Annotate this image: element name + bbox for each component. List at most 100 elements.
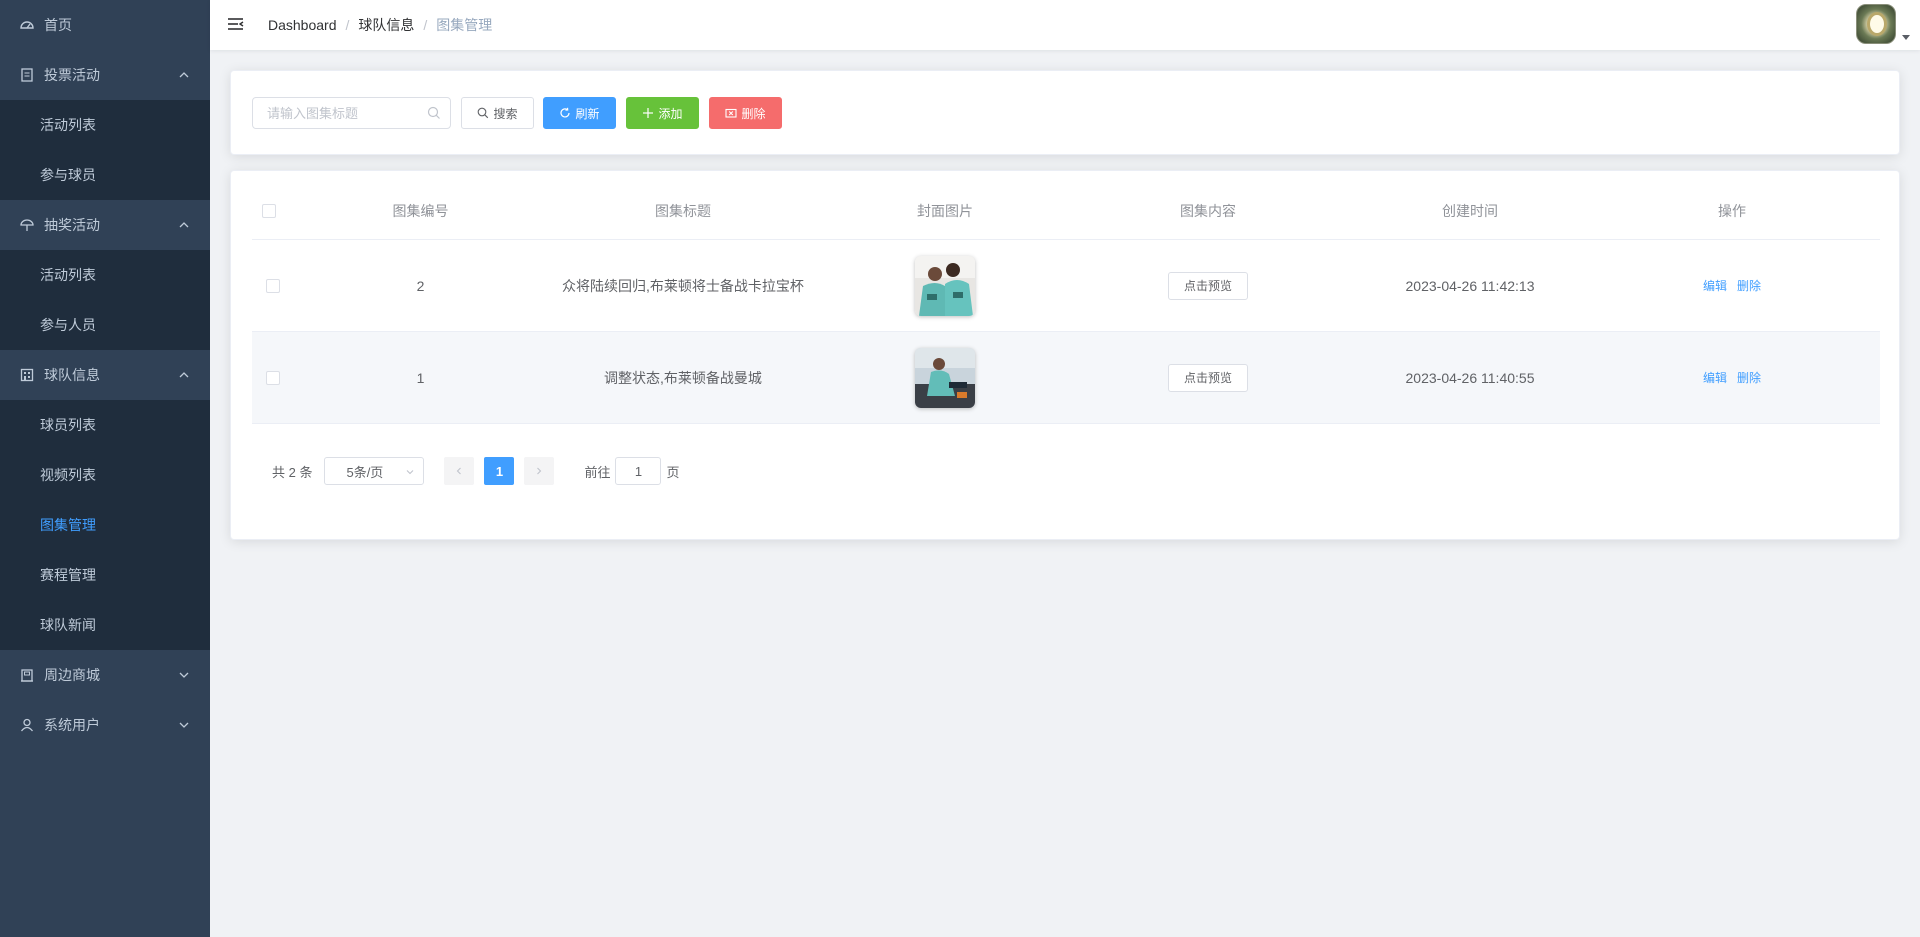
row-id: 1 [416, 369, 425, 386]
breadcrumb-separator: / [345, 17, 350, 33]
header-title: 图集标题 [655, 203, 711, 219]
user-avatar-dropdown[interactable] [1856, 4, 1910, 44]
table-card: 图集编号 图集标题 封面图片 图集内容 创建时间 操作 2 众将陆续回归,布莱顿… [230, 170, 1900, 540]
menu-team[interactable]: 球队信息 [0, 350, 210, 400]
table-row: 2 众将陆续回归,布莱顿将士备战卡拉宝杯 点击预览 2023-04-26 11:… [252, 240, 1880, 332]
hamburger-icon[interactable] [226, 15, 246, 35]
header-id: 图集编号 [392, 203, 449, 219]
sidebar-item-lottery-activities[interactable]: 活动列表 [0, 250, 210, 300]
chevron-right-icon [537, 467, 542, 475]
row-content-cell: 点击预览 [1077, 271, 1339, 300]
goto-prefix: 前往 [584, 464, 611, 480]
goto-page-input[interactable] [615, 457, 662, 485]
sidebar-item-gallery[interactable]: 图集管理 [0, 500, 210, 550]
menu-home-label: 首页 [44, 17, 72, 33]
search-icon [427, 106, 440, 119]
menu-shop[interactable]: 周边商城 [0, 650, 210, 700]
chevron-down-icon [407, 470, 414, 475]
row-checkbox-cell [252, 278, 288, 293]
navbar: Dashboard / 球队信息 / 图集管理 [210, 0, 1920, 50]
sidebar-item-schedule[interactable]: 赛程管理 [0, 550, 210, 600]
avatar[interactable] [1856, 4, 1896, 44]
search-input[interactable] [252, 97, 451, 129]
chevron-up-icon [179, 372, 189, 378]
page-size-select[interactable]: 5条/页 [324, 457, 425, 485]
cover-thumbnail[interactable] [915, 347, 975, 408]
breadcrumb-dashboard[interactable]: Dashboard [268, 17, 337, 33]
row-checkbox-cell [252, 370, 288, 385]
chevron-up-icon [179, 72, 189, 78]
sidebar-item-news[interactable]: 球队新闻 [0, 600, 210, 650]
row-title: 调整状态,布莱顿备战曼城 [604, 369, 762, 386]
menu-shop-label: 周边商城 [44, 667, 100, 683]
search-button-label: 搜索 [493, 106, 518, 121]
row-content-cell: 点击预览 [1077, 363, 1339, 392]
menu-home[interactable]: 首页 [0, 0, 210, 50]
sidebar: 首页 投票活动 活动列表 参与球员 抽奖活动 活动列表 参与人员 球队信息 球员… [0, 0, 210, 937]
edit-link[interactable]: 编辑 [1703, 369, 1727, 386]
batch-delete-button-label: 删除 [741, 106, 766, 121]
breadcrumb-team-info: 球队信息 [358, 17, 415, 33]
sidebar-item-lottery-participants[interactable]: 参与人员 [0, 300, 210, 350]
add-button[interactable]: 添加 [626, 97, 699, 129]
next-page-button[interactable] [524, 457, 555, 485]
menu-users[interactable]: 系统用户 [0, 700, 210, 750]
row-title: 众将陆续回归,布莱顿将士备战卡拉宝杯 [562, 277, 804, 294]
plus-icon [642, 107, 654, 119]
submenu-lottery: 活动列表 参与人员 [0, 250, 210, 350]
edit-link[interactable]: 编辑 [1703, 277, 1727, 294]
sidebar-item-videos[interactable]: 视频列表 [0, 450, 210, 500]
cover-thumbnail[interactable] [915, 255, 975, 316]
office-building-icon [20, 368, 34, 382]
row-checkbox[interactable] [266, 370, 280, 385]
breadcrumb: Dashboard / 球队信息 / 图集管理 [268, 0, 492, 50]
row-checkbox[interactable] [266, 278, 280, 293]
chevron-left-icon [457, 467, 462, 475]
preview-button[interactable]: 点击预览 [1168, 271, 1248, 300]
chevron-down-icon [179, 672, 189, 678]
batch-delete-button[interactable]: 删除 [709, 97, 782, 129]
menu-team-label: 球队信息 [44, 367, 100, 383]
sidebar-item-vote-players[interactable]: 参与球员 [0, 150, 210, 200]
delete-link[interactable]: 删除 [1737, 277, 1761, 294]
toolbar-card: 搜索 刷新 添加 删除 [230, 70, 1900, 155]
sidebar-item-vote-activities[interactable]: 活动列表 [0, 100, 210, 150]
pagination-goto: 前往 页 [584, 457, 680, 485]
search-button[interactable]: 搜索 [461, 97, 534, 129]
header-created: 创建时间 [1442, 203, 1498, 219]
header-checkbox-cell [252, 204, 288, 218]
page-number-active[interactable]: 1 [484, 457, 515, 485]
refresh-button[interactable]: 刷新 [543, 97, 616, 129]
breadcrumb-gallery: 图集管理 [436, 17, 493, 33]
add-button-label: 添加 [658, 106, 683, 121]
pagination: 共 2 条 5条/页 1 前往 页 [252, 457, 680, 485]
menu-vote[interactable]: 投票活动 [0, 50, 210, 100]
school-icon [20, 668, 34, 682]
refresh-button-label: 刷新 [575, 106, 600, 121]
prev-page-button[interactable] [444, 457, 475, 485]
breadcrumb-separator: / [423, 17, 428, 33]
row-cover-cell [813, 255, 1077, 316]
select-all-checkbox[interactable] [262, 204, 276, 218]
delete-link[interactable]: 删除 [1737, 369, 1761, 386]
submenu-vote: 活动列表 参与球员 [0, 100, 210, 200]
row-id: 2 [416, 277, 425, 294]
preview-button[interactable]: 点击预览 [1168, 363, 1248, 392]
header-operations: 操作 [1718, 203, 1746, 219]
delete-icon [725, 107, 738, 119]
row-cover-cell [813, 347, 1077, 408]
table-row: 1 调整状态,布莱顿备战曼城 点击预览 2023-04-26 11:40:55 … [252, 332, 1880, 424]
gallery-table: 图集编号 图集标题 封面图片 图集内容 创建时间 操作 2 众将陆续回归,布莱顿… [252, 171, 1880, 424]
table-header: 图集编号 图集标题 封面图片 图集内容 创建时间 操作 [252, 171, 1880, 240]
search-icon [477, 107, 489, 119]
header-content: 图集内容 [1180, 203, 1236, 219]
goto-suffix: 页 [666, 464, 680, 480]
page-size-value: 5条/页 [346, 464, 384, 480]
sidebar-item-players[interactable]: 球员列表 [0, 400, 210, 450]
menu-lottery[interactable]: 抽奖活动 [0, 200, 210, 250]
menu-vote-label: 投票活动 [44, 67, 100, 83]
row-operations: 编辑 删除 [1601, 369, 1863, 386]
chevron-down-icon [179, 722, 189, 728]
dashboard-icon [20, 18, 34, 32]
submenu-team: 球员列表 视频列表 图集管理 赛程管理 球队新闻 [0, 400, 210, 650]
